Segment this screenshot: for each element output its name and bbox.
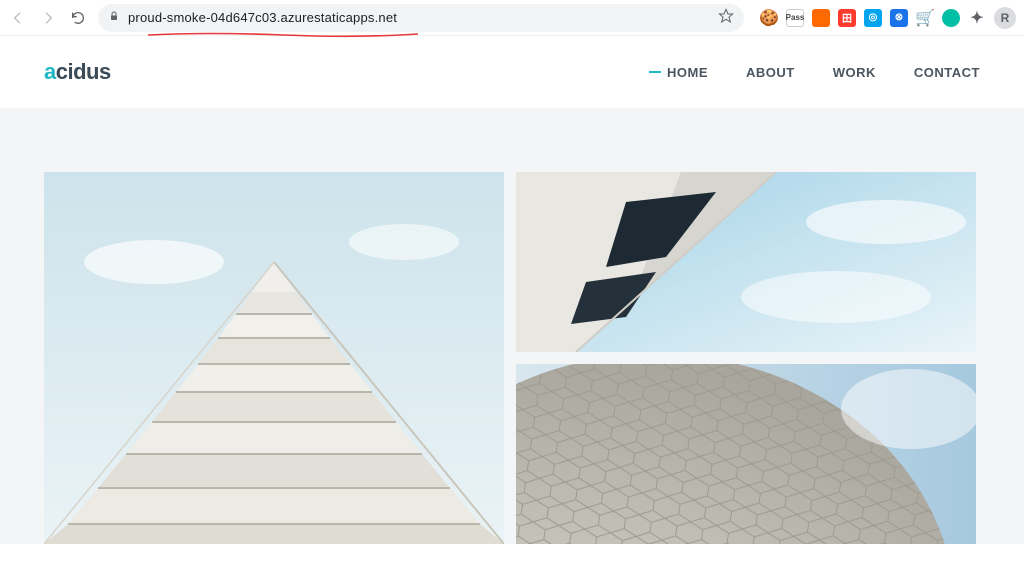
nav-contact[interactable]: CONTACT — [914, 65, 980, 80]
hero-section — [0, 108, 1024, 544]
extension-icon[interactable] — [942, 9, 960, 27]
url-text: proud-smoke-04d647c03.azurestaticapps.ne… — [128, 10, 397, 25]
bookmark-star-icon[interactable] — [718, 8, 734, 27]
extensions-menu-icon[interactable]: ✦ — [968, 9, 986, 27]
active-indicator — [649, 71, 661, 73]
site-header: acidus HOME ABOUT WORK CONTACT — [0, 36, 1024, 108]
extension-icon[interactable]: 🛒 — [916, 9, 934, 27]
profile-avatar[interactable]: R — [994, 7, 1016, 29]
nav-home-label: HOME — [667, 65, 708, 80]
nav-work-label: WORK — [833, 65, 876, 80]
site-logo[interactable]: acidus — [44, 59, 111, 85]
nav-home[interactable]: HOME — [649, 65, 708, 80]
site-nav: HOME ABOUT WORK CONTACT — [649, 65, 980, 80]
extension-icon[interactable]: ◎ — [864, 9, 882, 27]
logo-rest: cidus — [56, 59, 111, 84]
gallery-image-1 — [44, 172, 504, 544]
image-gallery — [44, 172, 980, 544]
lock-icon — [108, 10, 120, 25]
logo-accent: a — [44, 59, 56, 84]
nav-about-label: ABOUT — [746, 65, 795, 80]
page-viewport: acidus HOME ABOUT WORK CONTACT — [0, 36, 1024, 582]
extension-icon[interactable]: 🍪 — [760, 9, 778, 27]
nav-work[interactable]: WORK — [833, 65, 876, 80]
annotation-underline — [148, 26, 418, 32]
extension-icon[interactable]: Pass — [786, 9, 804, 27]
gallery-image-3 — [516, 364, 976, 544]
address-bar[interactable]: proud-smoke-04d647c03.azurestaticapps.ne… — [98, 4, 744, 32]
extension-icon[interactable] — [812, 9, 830, 27]
reload-button[interactable] — [68, 8, 88, 28]
back-button[interactable] — [8, 8, 28, 28]
gallery-image-2 — [516, 172, 976, 352]
browser-toolbar: proud-smoke-04d647c03.azurestaticapps.ne… — [0, 0, 1024, 36]
extension-tray: 🍪 Pass 田 ◎ ⊗ 🛒 ✦ R — [754, 7, 1016, 29]
nav-contact-label: CONTACT — [914, 65, 980, 80]
nav-about[interactable]: ABOUT — [746, 65, 795, 80]
forward-button[interactable] — [38, 8, 58, 28]
extension-icon[interactable]: 田 — [838, 9, 856, 27]
extension-icon[interactable]: ⊗ — [890, 9, 908, 27]
